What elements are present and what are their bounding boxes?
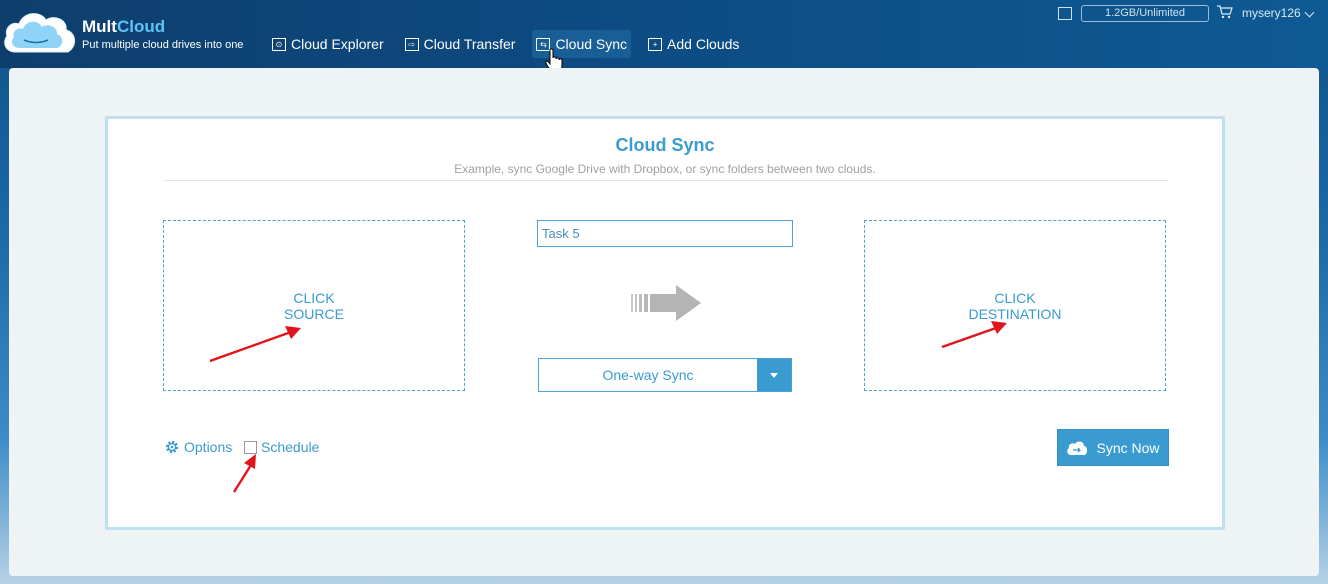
options-label: Options	[184, 439, 233, 455]
nav-label: Add Clouds	[667, 36, 740, 52]
page-subtitle: Example, sync Google Drive with Dropbox,…	[454, 162, 876, 176]
annotation-arrow-schedule	[232, 454, 256, 493]
page-title: Cloud Sync	[615, 135, 715, 155]
divider	[163, 180, 1168, 181]
nav-label: Cloud Explorer	[291, 36, 384, 52]
source-label-line1: CLICK	[293, 289, 335, 306]
transfer-icon: ⇨	[404, 37, 419, 51]
nav-label: Cloud Transfer	[423, 36, 516, 52]
username[interactable]: mysery126	[1242, 6, 1301, 20]
sync-mode-select[interactable]: One-way Sync	[538, 358, 792, 392]
gear-icon	[165, 440, 179, 454]
sync-now-button[interactable]: Sync Now	[1057, 429, 1169, 466]
multcloud-logo-icon[interactable]	[2, 8, 78, 56]
cloud-sync-icon	[1067, 441, 1088, 455]
nav-cloud-transfer[interactable]: ⇨ Cloud Transfer	[401, 30, 520, 58]
explorer-icon: ⊙	[272, 37, 286, 51]
add-icon: +	[648, 37, 663, 51]
storage-quota[interactable]: 1.2GB/Unlimited	[1081, 5, 1209, 22]
nav-add-clouds[interactable]: + Add Clouds	[644, 30, 743, 58]
storage-icon[interactable]	[1058, 7, 1072, 20]
annotation-arrow-source	[209, 326, 301, 363]
source-label-line2: SOURCE	[284, 305, 344, 322]
task-name-input[interactable]	[537, 220, 793, 247]
tagline: Put multiple cloud drives into one	[82, 39, 244, 51]
nav-cloud-explorer[interactable]: ⊙ Cloud Explorer	[268, 30, 388, 58]
top-bar: MultCloud Put multiple cloud drives into…	[0, 0, 1328, 68]
annotation-arrow-destination	[941, 321, 1007, 349]
dropdown-caret-icon[interactable]	[757, 359, 791, 391]
schedule-label: Schedule	[261, 439, 320, 455]
sync-mode-value: One-way Sync	[602, 367, 694, 383]
cart-icon[interactable]	[1217, 5, 1233, 19]
dest-label-line1: CLICK	[994, 289, 1036, 306]
nav-label: Cloud Sync	[555, 36, 628, 52]
select-destination-box[interactable]: CLICK DESTINATION	[864, 220, 1166, 391]
main-nav: ⊙ Cloud Explorer ⇨ Cloud Transfer ⇆ Clou…	[268, 30, 756, 58]
options-button[interactable]: Options	[164, 439, 232, 455]
chevron-down-icon[interactable]	[1304, 7, 1315, 18]
brand-name[interactable]: MultCloud	[82, 17, 165, 37]
sync-now-label: Sync Now	[1096, 439, 1160, 456]
sync-direction-arrow-icon	[631, 285, 701, 321]
